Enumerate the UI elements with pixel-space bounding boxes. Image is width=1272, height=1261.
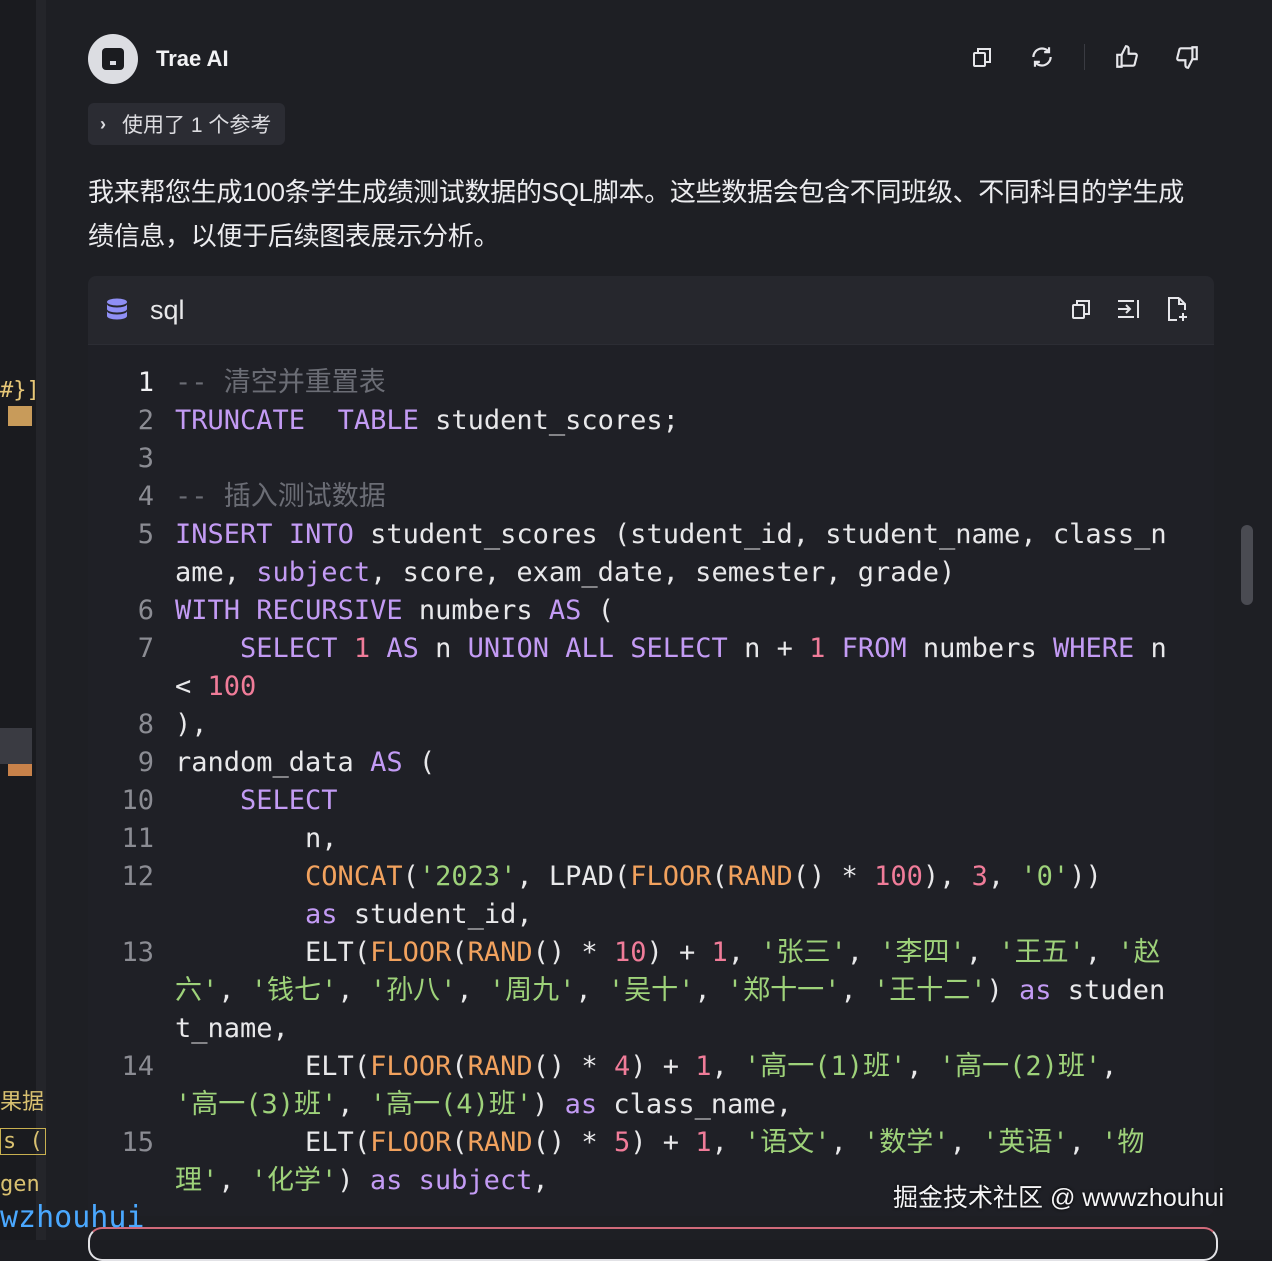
line-number: 13: [121, 937, 154, 968]
code-line: 13 ELT(FLOOR(RAND() * 10) + 1, '张三', '李四…: [88, 934, 1214, 1048]
code-text: TRUNCATE TABLE student_scores;: [175, 405, 679, 436]
code-text: INSERT INTO student_scores (student_id, …: [175, 519, 1167, 588]
insert-icon[interactable]: [1112, 292, 1146, 326]
code-text: SELECT 1 AS n UNION ALL SELECT n + 1 FRO…: [175, 633, 1184, 702]
copy-icon[interactable]: [1064, 292, 1098, 326]
line-number: 4: [137, 481, 154, 512]
divider: [1084, 44, 1085, 70]
line-number: 3: [137, 443, 154, 474]
agent-name: Trae AI: [156, 46, 229, 71]
code-line: 10 SELECT: [88, 782, 1214, 820]
code-line: 14 ELT(FLOOR(RAND() * 4) + 1, '高一(1)班', …: [88, 1048, 1214, 1124]
code-line: 11 n,: [88, 820, 1214, 858]
code-line: 6 WITH RECURSIVE numbers AS (: [88, 592, 1214, 630]
assistant-message-text: 我来帮您生成100条学生成绩测试数据的SQL脚本。这些数据会包含不同班级、不同科…: [88, 177, 1184, 251]
code-block-header: sql: [88, 276, 1214, 345]
code-text: ELT(FLOOR(RAND() * 4) + 1, '高一(1)班', '高一…: [175, 1051, 1134, 1120]
refresh-icon[interactable]: [1025, 40, 1059, 74]
copy-icon[interactable]: [965, 40, 999, 74]
sidebar-fragment: 果据: [0, 1090, 45, 1115]
code-text: ELT(FLOOR(RAND() * 10) + 1, '张三', '李四', …: [175, 937, 1166, 1044]
database-icon: [107, 298, 127, 320]
line-number: 5: [137, 519, 154, 550]
sidebar-fragment: gen: [0, 1172, 40, 1197]
code-text: -- 插入测试数据: [175, 481, 386, 512]
line-number: 7: [137, 633, 154, 664]
sidebar-fragment: #}]: [0, 378, 40, 403]
new-file-icon[interactable]: [1160, 292, 1194, 326]
line-number: 1: [137, 367, 154, 398]
code-text: n,: [175, 823, 338, 854]
line-number: 10: [121, 785, 154, 816]
code-text: SELECT: [240, 785, 338, 816]
code-line: 1 -- 清空并重置表: [88, 364, 1214, 402]
line-number: 15: [121, 1127, 154, 1158]
marker: [8, 764, 32, 776]
line-number: 6: [137, 595, 154, 626]
code-line: 12 CONCAT('2023', LPAD(FLOOR(RAND() * 10…: [88, 858, 1214, 934]
thumbs-up-icon[interactable]: [1110, 40, 1144, 74]
sidebar-fragment: wzhouhui: [0, 1200, 145, 1235]
references-label: 使用了 1 个参考: [122, 114, 272, 137]
chevron-right-icon: ›: [100, 113, 106, 134]
code-line: 3: [88, 440, 1214, 478]
line-number: 9: [137, 747, 154, 778]
chat-input-box[interactable]: [88, 1227, 1218, 1261]
code-text: ),: [175, 709, 208, 740]
avatar: [88, 34, 138, 84]
references-toggle[interactable]: › 使用了 1 个参考: [88, 103, 286, 145]
scrollbar-thumb[interactable]: [1241, 525, 1253, 605]
line-number: 11: [121, 823, 154, 854]
line-number: 12: [121, 861, 154, 892]
editor-gutter-strip: #}] 果据 s ( gen: [0, 0, 46, 1240]
line-number: 8: [137, 709, 154, 740]
code-line: 5 INSERT INTO student_scores (student_id,…: [88, 516, 1214, 592]
line-number: 2: [137, 405, 154, 436]
code-line: 8),: [88, 706, 1214, 744]
code-content: 1 -- 清空并重置表 2 TRUNCATE TABLE student_scores…: [88, 364, 1214, 1200]
code-text: CONCAT('2023', LPAD(FLOOR(RAND() * 100),…: [305, 861, 1102, 930]
code-text: random_data AS (: [175, 747, 436, 778]
code-line: 2 TRUNCATE TABLE student_scores;: [88, 402, 1214, 440]
marker: [8, 406, 32, 426]
thumbs-down-icon[interactable]: [1170, 40, 1204, 74]
message-actions: [965, 40, 999, 74]
code-language: sql: [150, 294, 185, 325]
code-line: 7 SELECT 1 AS n UNION ALL SELECT n + 1 F…: [88, 630, 1214, 706]
code-line: 4 -- 插入测试数据: [88, 478, 1214, 516]
marker: [0, 728, 32, 764]
line-number: 14: [121, 1051, 154, 1082]
sidebar-fragment: s (: [0, 1128, 46, 1155]
message-header: Trae AI: [88, 34, 229, 84]
code-text: -- 清空并重置表: [175, 367, 386, 398]
code-line: 9 random_data AS (: [88, 744, 1214, 782]
watermark: 掘金技术社区 @ wwwzhouhui: [893, 1184, 1225, 1212]
code-text: WITH RECURSIVE numbers AS (: [175, 595, 614, 626]
code-block: sql 1 -- 清空并重置表 2 TRUNCATE TABLE student_sc…: [88, 276, 1214, 1216]
